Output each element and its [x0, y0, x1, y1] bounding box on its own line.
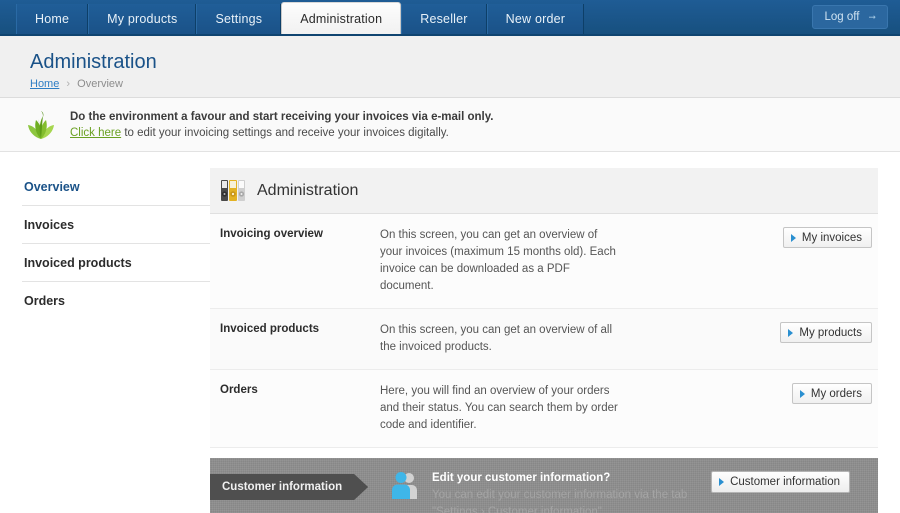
table-row: Invoiced products On this screen, you ca… — [210, 309, 878, 370]
nav-tab-my-products[interactable]: My products — [88, 4, 197, 34]
breadcrumb-separator: › — [66, 78, 71, 90]
nav-tab-settings[interactable]: Settings — [196, 4, 282, 34]
row-action-wrap: My products — [633, 322, 878, 356]
table-row: Orders Here, you will find an overview o… — [210, 370, 878, 448]
sidebar-navigation: Overview Invoices Invoiced products Orde… — [0, 168, 210, 513]
top-navigation-bar: Home My products Settings Administration… — [0, 0, 900, 36]
binders-icon — [221, 180, 245, 201]
customer-information-footer: Customer information Edit your customer … — [210, 458, 878, 513]
breadcrumb-current: Overview — [77, 78, 123, 90]
breadcrumb: Home › Overview — [30, 78, 900, 90]
my-invoices-button[interactable]: My invoices — [782, 227, 872, 248]
my-invoices-label: My invoices — [801, 231, 862, 244]
nav-tab-reseller[interactable]: Reseller — [401, 4, 487, 34]
sidebar-item-orders[interactable]: Orders — [22, 282, 210, 319]
row-label-invoicing-overview: Invoicing overview — [220, 228, 323, 240]
eco-invoice-notice: Do the environment a favour and start re… — [0, 98, 900, 152]
notice-subline: Click here to edit your invoicing settin… — [70, 125, 494, 141]
people-icon — [392, 472, 417, 499]
footer-action-wrap: Customer information — [711, 471, 850, 493]
row-description-orders: Here, you will find an overview of your … — [380, 385, 618, 431]
triangle-right-icon — [788, 328, 794, 337]
breadcrumb-home-link[interactable]: Home — [30, 78, 59, 90]
row-description-invoicing-overview: On this screen, you can get an overview … — [380, 229, 616, 292]
sidebar-item-invoices[interactable]: Invoices — [22, 206, 210, 244]
my-orders-label: My orders — [810, 387, 862, 400]
logout-arrow-icon: ➞ — [868, 11, 876, 22]
footer-line-2: "Settings › Customer information". — [432, 506, 606, 513]
customer-information-tag[interactable]: Customer information — [210, 474, 368, 500]
page-header: Administration Home › Overview — [0, 36, 900, 98]
table-row: Invoicing overview On this screen, you c… — [210, 214, 878, 309]
row-label-invoiced-products: Invoiced products — [220, 323, 320, 335]
my-products-label: My products — [799, 326, 862, 339]
page-title: Administration — [30, 51, 157, 73]
triangle-right-icon — [790, 233, 796, 242]
row-description-invoiced-products: On this screen, you can get an overview … — [380, 324, 613, 353]
footer-headline: Edit your customer information? — [432, 472, 611, 484]
nav-tab-new-order[interactable]: New order — [486, 4, 585, 34]
footer-line-1: You can edit your customer information v… — [432, 489, 688, 501]
footer-text-block: Edit your customer information? You can … — [432, 470, 687, 513]
notice-rest-text: to edit your invoicing settings and rece… — [121, 126, 449, 139]
sidebar-item-invoiced-products[interactable]: Invoiced products — [22, 244, 210, 282]
administration-panel: Administration Invoicing overview On thi… — [210, 168, 878, 513]
panel-header: Administration — [210, 168, 878, 214]
row-action-wrap: My invoices — [633, 227, 878, 295]
notice-headline: Do the environment a favour and start re… — [70, 110, 494, 123]
customer-information-label: Customer information — [730, 476, 840, 488]
row-action-wrap: My orders — [633, 383, 878, 434]
nav-tab-home[interactable]: Home — [16, 4, 89, 34]
customer-information-button[interactable]: Customer information — [711, 471, 850, 493]
log-off-button[interactable]: Log off ➞ — [812, 5, 888, 29]
panel-title: Administration — [257, 181, 359, 199]
sidebar-item-overview[interactable]: Overview — [22, 168, 210, 206]
my-products-button[interactable]: My products — [780, 322, 872, 343]
page-body: Overview Invoices Invoiced products Orde… — [0, 152, 900, 513]
green-leaf-icon — [28, 110, 54, 139]
my-orders-button[interactable]: My orders — [791, 383, 872, 404]
nav-tab-administration[interactable]: Administration — [281, 2, 402, 34]
notice-text: Do the environment a favour and start re… — [70, 109, 494, 141]
triangle-right-icon — [799, 389, 805, 398]
log-off-label: Log off — [824, 11, 860, 23]
triangle-right-icon — [719, 478, 725, 486]
row-label-orders: Orders — [220, 384, 258, 396]
click-here-link[interactable]: Click here — [70, 127, 121, 139]
